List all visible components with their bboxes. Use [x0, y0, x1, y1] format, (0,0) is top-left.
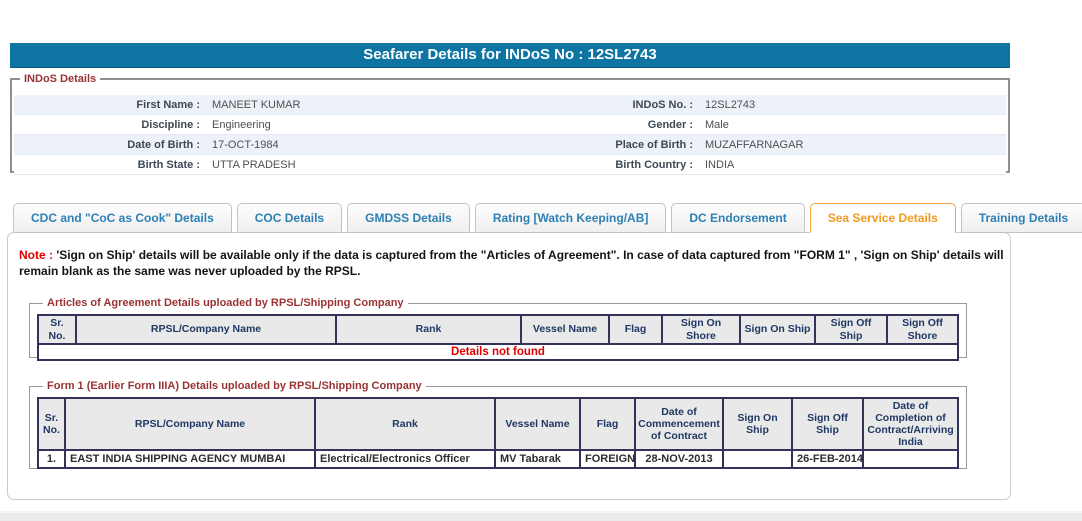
- col-header-sr-no: Sr. No.: [37, 396, 66, 452]
- tab-dc-endorsement[interactable]: DC Endorsement: [671, 203, 805, 233]
- col-header-flag: Flag: [579, 396, 636, 452]
- tab-gmdss-details[interactable]: GMDSS Details: [347, 203, 470, 233]
- tab-coc-details[interactable]: COC Details: [236, 203, 343, 233]
- cell-date-of-completion: [862, 449, 959, 470]
- indos-details-legend: INDoS Details: [24, 73, 97, 85]
- articles-of-agreement-fieldset: Articles of Agreement Details uploaded b…: [29, 297, 967, 361]
- form1-details-table: Sr. No. RPSL/Company Name Rank Vessel Na…: [37, 396, 959, 470]
- col-header-rank: Rank: [314, 396, 496, 452]
- indos-row: Date of Birth : 17-OCT-1984 Place of Bir…: [14, 135, 1006, 155]
- col-header-sign-on-shore: Sign On Shore: [661, 314, 741, 345]
- form1-details-legend: Form 1 (Earlier Form IIIA) Details uploa…: [47, 380, 422, 392]
- col-header-vessel-name: Vessel Name: [494, 396, 581, 452]
- articles-of-agreement-legend: Articles of Agreement Details uploaded b…: [47, 297, 404, 309]
- birth-state-label: Birth State :: [137, 158, 200, 171]
- cell-vessel-name: MV Tabarak: [494, 449, 581, 470]
- indos-row: Discipline : Engineering Gender : Male: [14, 115, 1006, 135]
- indos-no-label: INDoS No. :: [632, 98, 694, 111]
- col-header-rpsl-company-name: RPSL/Company Name: [64, 396, 316, 452]
- col-header-sr-no: Sr. No.: [37, 314, 77, 345]
- articles-of-agreement-table: Sr. No. RPSL/Company Name Rank Vessel Na…: [37, 314, 959, 361]
- first-name-label: First Name :: [136, 98, 200, 111]
- col-header-date-of-completion: Date of Completion of Contract/Arriving …: [862, 396, 959, 452]
- col-header-sign-off-shore: Sign Off Shore: [886, 314, 959, 345]
- cell-flag: FOREIGN: [579, 449, 636, 470]
- date-of-birth-label: Date of Birth :: [127, 138, 200, 151]
- birth-state-value: UTTA PRADESH: [212, 158, 296, 171]
- col-header-rpsl-company-name: RPSL/Company Name: [75, 314, 337, 345]
- note-body: 'Sign on Ship' details will be available…: [19, 248, 1004, 278]
- birth-country-value: INDIA: [705, 158, 735, 171]
- indos-row: Birth State : UTTA PRADESH Birth Country…: [14, 155, 1006, 175]
- empty-result-row: Details not found: [37, 343, 959, 361]
- note-text: Note : 'Sign on Ship' details will be av…: [19, 248, 1009, 280]
- gender-label: Gender :: [647, 118, 693, 131]
- cell-sign-on-ship: [722, 449, 793, 470]
- discipline-label: Discipline :: [141, 118, 200, 131]
- details-not-found-message: Details not found: [37, 343, 959, 361]
- place-of-birth-label: Place of Birth :: [615, 138, 693, 151]
- form1-details-fieldset: Form 1 (Earlier Form IIIA) Details uploa…: [29, 380, 967, 470]
- birth-country-label: Birth Country :: [615, 158, 693, 171]
- tab-rating-watch-keeping-ab[interactable]: Rating [Watch Keeping/AB]: [474, 203, 667, 233]
- cell-date-of-commencement: 28-NOV-2013: [634, 449, 724, 470]
- col-header-rank: Rank: [335, 314, 522, 345]
- table-header-row: Sr. No. RPSL/Company Name Rank Vessel Na…: [37, 396, 959, 452]
- tab-bar: CDC and "CoC as Cook" Details COC Detail…: [13, 203, 1082, 233]
- cell-sign-off-ship: 26-FEB-2014: [791, 449, 864, 470]
- cell-rpsl-company-name: EAST INDIA SHIPPING AGENCY MUMBAI: [64, 449, 316, 470]
- table-header-row: Sr. No. RPSL/Company Name Rank Vessel Na…: [37, 314, 959, 345]
- page-title: Seafarer Details for INDoS No : 12SL2743: [10, 43, 1010, 68]
- place-of-birth-value: MUZAFFARNAGAR: [705, 138, 804, 151]
- gender-value: Male: [705, 118, 729, 131]
- indos-details-fieldset: INDoS Details First Name : MANEET KUMAR …: [10, 73, 1010, 175]
- col-header-vessel-name: Vessel Name: [520, 314, 610, 345]
- note-prefix: Note :: [19, 248, 53, 262]
- cell-sr-no: 1.: [37, 449, 66, 470]
- cell-rank: Electrical/Electronics Officer: [314, 449, 496, 470]
- col-header-sign-off-ship: Sign Off Ship: [791, 396, 864, 452]
- tab-training-details[interactable]: Training Details: [960, 203, 1082, 233]
- col-header-date-of-commencement: Date of Commencement of Contract: [634, 396, 724, 452]
- col-header-flag: Flag: [608, 314, 663, 345]
- horizontal-scrollbar[interactable]: [0, 511, 1082, 521]
- col-header-sign-on-ship: Sign On Ship: [722, 396, 793, 452]
- indos-no-value: 12SL2743: [705, 98, 756, 111]
- col-header-sign-off-ship: Sign Off Ship: [814, 314, 888, 345]
- col-header-sign-on-ship: Sign On Ship: [739, 314, 816, 345]
- table-row: 1. EAST INDIA SHIPPING AGENCY MUMBAI Ele…: [37, 449, 959, 470]
- date-of-birth-value: 17-OCT-1984: [212, 138, 279, 151]
- discipline-value: Engineering: [212, 118, 271, 131]
- tab-cdc-coc-as-cook-details[interactable]: CDC and "CoC as Cook" Details: [13, 203, 232, 233]
- tab-sea-service-details[interactable]: Sea Service Details: [809, 203, 956, 233]
- indos-row: First Name : MANEET KUMAR INDoS No. : 12…: [14, 95, 1006, 115]
- first-name-value: MANEET KUMAR: [212, 98, 301, 111]
